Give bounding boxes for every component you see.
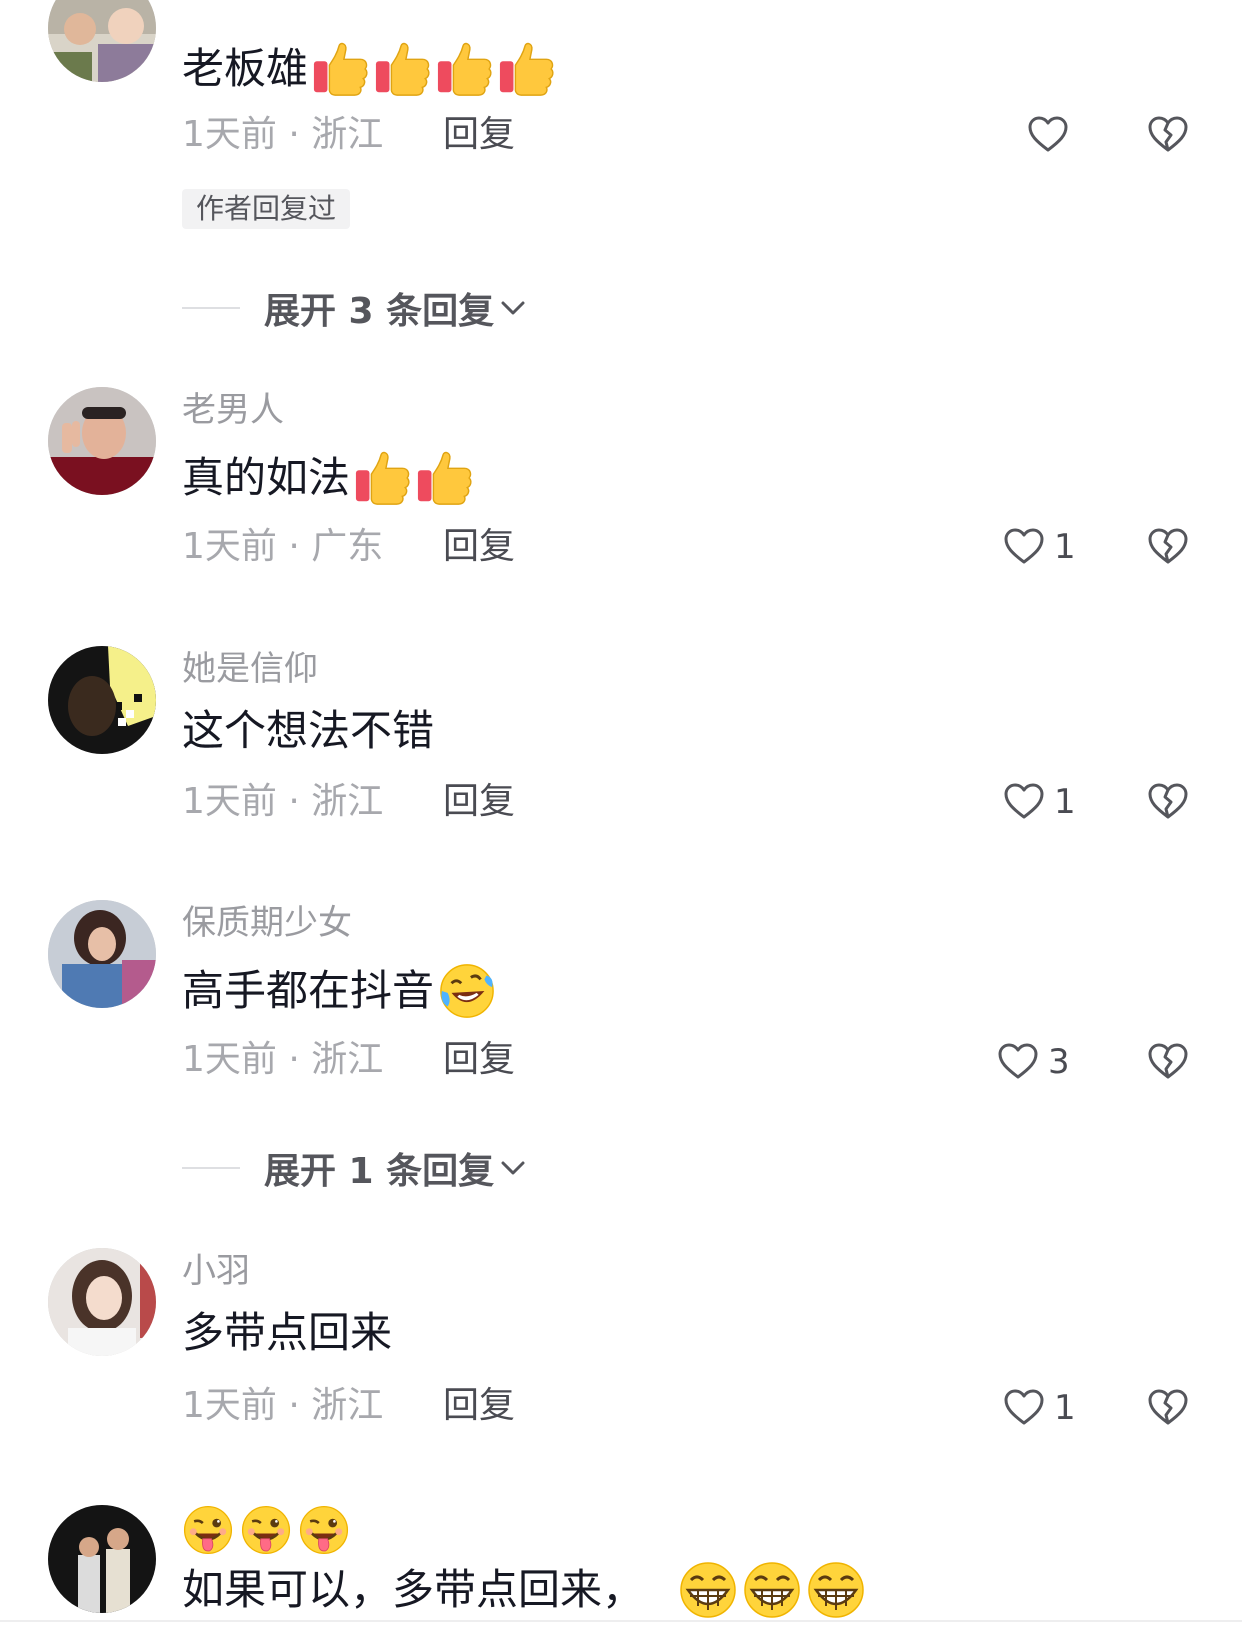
reply-button[interactable]: 回复	[443, 113, 515, 157]
comment-meta: 1天前 · 浙江	[182, 1038, 383, 1082]
comment-time: 1天前	[182, 1039, 277, 1080]
expand-replies-button[interactable]: 展开 1 条回复	[182, 1146, 528, 1192]
comment-emoji-line	[182, 1500, 350, 1560]
emoji-row	[434, 962, 496, 1020]
like-button[interactable]: 1	[1002, 780, 1076, 824]
comment-location: 广东	[311, 526, 384, 567]
comment-meta: 1天前 · 浙江	[182, 1384, 383, 1428]
expand-divider-line	[182, 307, 240, 309]
comment-text-content: 这个想法不错	[182, 706, 435, 755]
comment-location: 浙江	[311, 1039, 384, 1080]
chevron-down-icon	[498, 293, 528, 323]
expand-replies-label: 展开 3 条回复	[264, 291, 495, 332]
comment-text-content: 老板雄	[182, 44, 309, 93]
comment-time: 1天前	[182, 781, 277, 822]
thumbs-up-icon	[498, 40, 556, 98]
avatar[interactable]	[48, 387, 156, 495]
username[interactable]: 她是信仰	[182, 649, 318, 689]
meta-separator: ·	[288, 1385, 300, 1426]
thumbs-up-icon	[374, 40, 432, 98]
like-button[interactable]: 1	[1002, 525, 1076, 569]
heart-icon	[1002, 780, 1046, 824]
comment-meta: 1天前 · 浙江	[182, 113, 383, 157]
like-button[interactable]: 3	[996, 1040, 1070, 1084]
username[interactable]: 小羽	[182, 1251, 250, 1291]
username[interactable]: 保质期少女	[182, 903, 352, 943]
like-count: 1	[1054, 782, 1076, 822]
emoji-row	[674, 1560, 866, 1620]
grin-emoji-icon	[742, 1560, 802, 1620]
reply-button[interactable]: 回复	[443, 525, 515, 569]
comment-text: 真的如法	[182, 449, 474, 507]
meta-separator: ·	[288, 526, 300, 567]
chevron-down-icon	[498, 1153, 528, 1183]
avatar[interactable]	[48, 900, 156, 1008]
comment-text: 多带点回来	[182, 1307, 392, 1359]
comment-time: 1天前	[182, 1385, 277, 1426]
heart-icon	[1026, 113, 1070, 157]
avatar[interactable]	[48, 1248, 156, 1356]
comment-text: 这个想法不错	[182, 705, 434, 757]
tongue-wink-emoji-icon	[298, 1504, 350, 1556]
author-replied-badge: 作者回复过	[182, 189, 351, 229]
emoji-row	[350, 449, 474, 507]
like-count: 1	[1054, 1388, 1076, 1428]
thumbs-up-icon	[312, 40, 370, 98]
meta-separator: ·	[288, 114, 300, 155]
bottom-divider	[0, 1620, 1242, 1622]
heart-icon	[996, 1040, 1040, 1084]
comment-text-content: 真的如法	[182, 453, 351, 502]
comment-text-content: 多带点回来	[182, 1308, 393, 1357]
like-count: 1	[1054, 527, 1076, 567]
avatar[interactable]	[48, 646, 156, 754]
rofl-emoji-icon	[438, 962, 496, 1020]
dislike-icon[interactable]	[1146, 1040, 1190, 1084]
heart-icon	[1002, 1386, 1046, 1430]
like-count: 3	[1048, 1042, 1070, 1082]
comment-meta: 1天前 · 浙江	[182, 780, 383, 824]
thumbs-up-icon	[436, 40, 494, 98]
heart-icon	[1002, 525, 1046, 569]
comment-meta: 1天前 · 广东	[182, 525, 383, 569]
reply-button[interactable]: 回复	[443, 780, 515, 824]
emoji-row	[182, 1504, 350, 1556]
like-button[interactable]: 1	[1002, 1386, 1076, 1430]
grin-emoji-icon	[678, 1560, 738, 1620]
comment-location: 浙江	[311, 114, 384, 155]
dislike-icon[interactable]	[1146, 780, 1190, 824]
comment-location: 浙江	[311, 781, 384, 822]
expand-replies-button[interactable]: 展开 3 条回复	[182, 286, 528, 332]
grin-emoji-icon	[806, 1560, 866, 1620]
username[interactable]: 老男人	[182, 390, 284, 430]
comment-text: 老板雄	[182, 40, 556, 98]
expand-divider-line	[182, 1167, 240, 1169]
tongue-wink-emoji-icon	[240, 1504, 292, 1556]
emoji-row	[308, 40, 556, 98]
comment-text-content: 如果可以，多带点回来，	[182, 1565, 645, 1614]
comment-time: 1天前	[182, 114, 277, 155]
comment-text: 高手都在抖音	[182, 962, 496, 1020]
reply-button[interactable]: 回复	[443, 1038, 515, 1082]
like-button[interactable]	[1026, 113, 1070, 157]
dislike-icon[interactable]	[1146, 113, 1190, 157]
dislike-icon[interactable]	[1146, 1386, 1190, 1430]
comment-text-content: 高手都在抖音	[182, 966, 435, 1015]
avatar[interactable]	[48, 1505, 156, 1613]
thumbs-up-icon	[354, 449, 412, 507]
meta-separator: ·	[288, 1039, 300, 1080]
comment-time: 1天前	[182, 526, 277, 567]
reply-button[interactable]: 回复	[443, 1384, 515, 1428]
comment-location: 浙江	[311, 1385, 384, 1426]
comment-text: 如果可以，多带点回来，	[182, 1560, 866, 1620]
meta-separator: ·	[288, 781, 300, 822]
avatar[interactable]	[48, 0, 156, 82]
thumbs-up-icon	[416, 449, 474, 507]
dislike-icon[interactable]	[1146, 525, 1190, 569]
expand-replies-label: 展开 1 条回复	[264, 1151, 495, 1192]
tongue-wink-emoji-icon	[182, 1504, 234, 1556]
